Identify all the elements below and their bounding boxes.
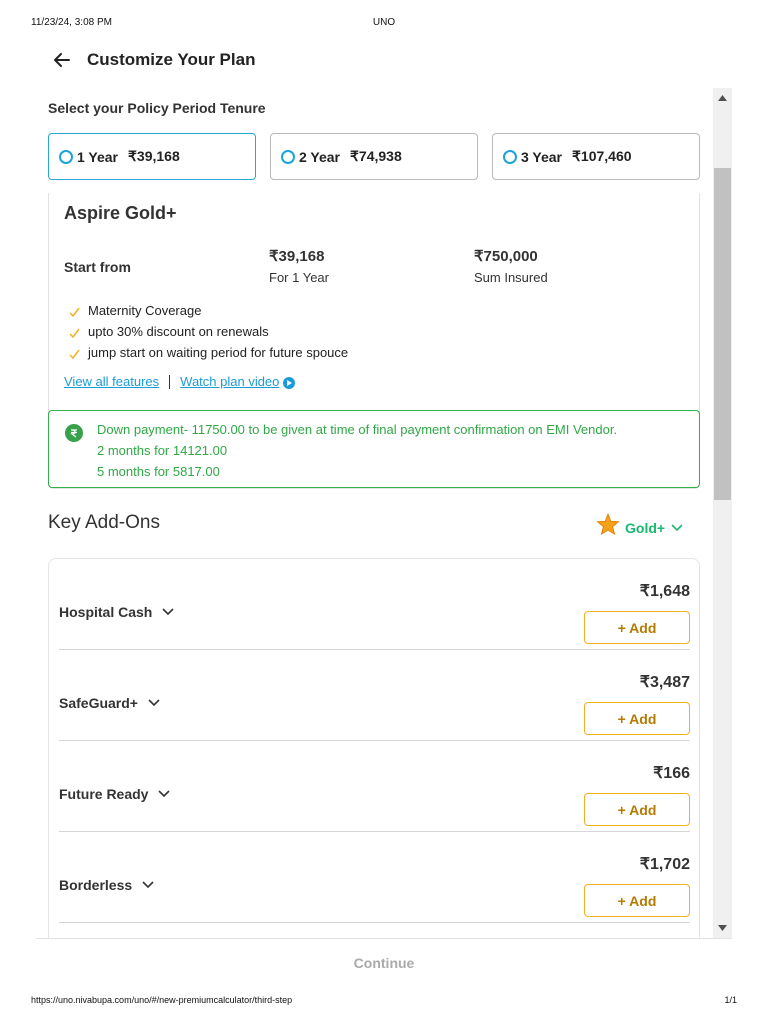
tenure-label: Select your Policy Period Tenure — [48, 100, 266, 116]
feature-text: upto 30% discount on renewals — [88, 324, 269, 339]
add-hospital-cash-button[interactable]: + Add — [584, 611, 690, 644]
footer-divider — [36, 938, 732, 939]
add-borderless-button[interactable]: + Add — [584, 884, 690, 917]
feature-item: jump start on waiting period for future … — [67, 342, 348, 363]
radio-icon[interactable] — [281, 149, 295, 164]
tenure-option-3-year[interactable]: 3 Year ₹107,460 — [492, 133, 700, 180]
addon-price: ₹3,487 — [639, 674, 690, 691]
addon-name-toggle[interactable]: Borderless — [59, 877, 154, 893]
watch-plan-video-link[interactable]: Watch plan video — [180, 374, 279, 389]
sum-insured-stat: ₹750,000 Sum Insured — [474, 247, 548, 285]
emi-info-box: Down payment- 11750.00 to be given at ti… — [48, 410, 700, 488]
scroll-down-arrow-icon[interactable] — [713, 922, 732, 934]
addons-title: Key Add-Ons — [48, 512, 160, 533]
feature-text: Maternity Coverage — [88, 303, 202, 318]
addon-row-future-ready: Future Ready ₹166 + Add — [59, 741, 690, 832]
print-header: 11/23/24, 3:08 PM UNO — [31, 17, 737, 31]
view-all-features-link[interactable]: View all features — [64, 374, 159, 389]
page-title: Customize Your Plan — [87, 50, 256, 69]
scrollbar-thumb[interactable] — [714, 168, 731, 500]
tenure-price: ₹107,460 — [572, 148, 632, 164]
addon-price: ₹1,702 — [639, 856, 690, 873]
tenure-price: ₹74,938 — [350, 148, 402, 164]
addon-name-toggle[interactable]: Hospital Cash — [59, 604, 174, 620]
tenure-option-1-year[interactable]: 1 Year ₹39,168 — [48, 133, 256, 180]
tier-label: Gold+ — [625, 519, 666, 536]
watch-plan-video-label: Watch plan video — [180, 374, 280, 389]
addon-name: Borderless — [59, 877, 133, 893]
emi-option-5-months: 5 months for 5817.00 — [97, 464, 220, 479]
plan-name: Aspire Gold+ — [64, 203, 177, 223]
plan-links: View all features Watch plan video — [64, 374, 296, 389]
chevron-down-icon — [162, 608, 174, 616]
print-page-number: 1/1 — [724, 995, 737, 1005]
feature-item: upto 30% discount on renewals — [67, 321, 348, 342]
tenure-years: 1 Year — [77, 148, 119, 165]
chevron-down-icon — [671, 519, 683, 537]
feature-text: jump start on waiting period for future … — [88, 345, 349, 360]
page-header: Customize Your Plan — [50, 46, 255, 74]
check-icon — [67, 325, 81, 339]
addon-row-hospital-cash: Hospital Cash ₹1,648 + Add — [59, 559, 690, 650]
tenure-years: 2 Year — [299, 148, 341, 165]
tier-selector[interactable]: Gold+ — [595, 512, 683, 543]
print-title: UNO — [372, 17, 396, 28]
addon-row-safeguard: SafeGuard+ ₹3,487 + Add — [59, 650, 690, 741]
tenure-options: 1 Year ₹39,168 2 Year ₹74,938 3 Year ₹10… — [48, 133, 700, 180]
radio-icon[interactable] — [59, 149, 73, 164]
continue-button[interactable]: Continue — [0, 955, 768, 971]
addon-price: ₹1,648 — [639, 583, 690, 600]
tenure-price: ₹39,168 — [128, 148, 180, 164]
start-from-label: Start from — [64, 259, 131, 275]
scroll-up-arrow-icon[interactable] — [713, 92, 732, 104]
chevron-down-icon — [158, 790, 171, 798]
premium-stat: ₹39,168 For 1 Year — [269, 247, 329, 285]
link-divider — [169, 374, 171, 389]
addon-name: Future Ready — [59, 786, 149, 802]
print-footer: https://uno.nivabupa.com/uno/#/new-premi… — [31, 995, 737, 1009]
addon-price: ₹166 — [653, 765, 690, 782]
check-icon — [67, 346, 81, 360]
feature-list: Maternity Coverage upto 30% discount on … — [67, 300, 348, 363]
emi-lines: Down payment- 11750.00 to be given at ti… — [97, 419, 617, 482]
content-scroll-area[interactable]: Select your Policy Period Tenure 1 Year … — [0, 88, 732, 938]
vertical-scrollbar[interactable] — [713, 88, 732, 938]
addon-name-toggle[interactable]: Future Ready — [59, 786, 171, 802]
addon-name: SafeGuard+ — [59, 695, 138, 711]
sum-insured-label: Sum Insured — [474, 270, 548, 285]
addon-name-toggle[interactable]: SafeGuard+ — [59, 695, 160, 711]
premium-label: For 1 Year — [269, 270, 329, 285]
play-icon[interactable] — [283, 376, 296, 389]
addon-list: Hospital Cash ₹1,648 + Add SafeGuard+ ₹3… — [48, 558, 700, 938]
emi-option-2-months: 2 months for 14121.00 — [97, 443, 228, 458]
addon-name: Hospital Cash — [59, 604, 153, 620]
star-icon — [595, 512, 621, 543]
chevron-down-icon — [148, 699, 160, 707]
feature-item: Maternity Coverage — [67, 300, 348, 321]
premium-value: ₹39,168 — [269, 248, 325, 265]
add-future-ready-button[interactable]: + Add — [584, 793, 690, 826]
rupee-icon — [65, 424, 83, 442]
print-url: https://uno.nivabupa.com/uno/#/new-premi… — [31, 995, 293, 1005]
tenure-option-2-year[interactable]: 2 Year ₹74,938 — [270, 133, 478, 180]
radio-icon[interactable] — [503, 149, 517, 164]
addon-row-borderless: Borderless ₹1,702 + Add — [59, 832, 690, 923]
tenure-years: 3 Year — [521, 148, 563, 165]
arrow-left-icon[interactable] — [50, 48, 74, 72]
sum-insured-value: ₹750,000 — [474, 248, 538, 265]
check-icon — [67, 304, 81, 318]
add-safeguard-button[interactable]: + Add — [584, 702, 690, 735]
emi-down-payment: Down payment- 11750.00 to be given at ti… — [97, 422, 618, 437]
chevron-down-icon — [142, 881, 154, 889]
